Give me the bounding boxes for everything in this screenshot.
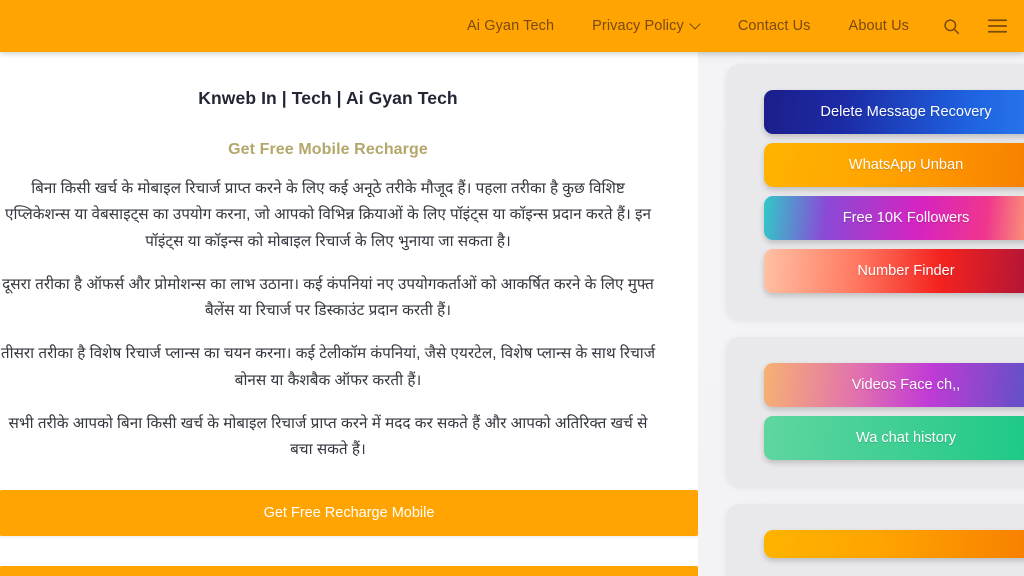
nav-item-label: Privacy Policy [592, 18, 684, 34]
article-paragraph: दूसरा तरीका है ऑफर्स और प्रोमोशन्स का ला… [2, 275, 654, 320]
nav-item-label: Ai Gyan Tech [466, 18, 555, 34]
page-body: Knweb In | Tech | Ai Gyan Tech Get Free … [0, 52, 1024, 576]
sidebar-widget-card: Videos Face ch,, Wa chat history [726, 337, 1024, 486]
article-paragraph: सभी तरीके आपको बिना किसी खर्च के मोबाइल … [8, 415, 648, 459]
sidebar: Delete Message Recovery WhatsApp Unban F… [726, 64, 1024, 576]
chevron-down-icon [691, 20, 700, 29]
sidebar-button-free-10k-followers[interactable]: Free 10K Followers [764, 196, 1024, 240]
article-column: Knweb In | Tech | Ai Gyan Tech Get Free … [0, 52, 698, 576]
nav-item-privacy-policy[interactable]: Privacy Policy [573, 0, 719, 52]
sidebar-button-wa-chat-history[interactable]: Wa chat history [764, 416, 1024, 460]
search-icon [943, 18, 959, 34]
sidebar-button-whatsapp-unban[interactable]: WhatsApp Unban [764, 143, 1024, 187]
nav-item-contact-us[interactable]: Contact Us [719, 0, 830, 52]
nav-item-label: Contact Us [737, 18, 811, 34]
nav-item-ai-gyan-tech[interactable]: Ai Gyan Tech [448, 0, 573, 52]
site-header: Ai Gyan Tech Privacy Policy Contact Us A… [0, 0, 1024, 52]
main-navigation: Ai Gyan Tech Privacy Policy Contact Us A… [448, 0, 1024, 52]
sidebar-widget-card [726, 504, 1024, 576]
sidebar-button-delete-message-recovery[interactable]: Delete Message Recovery [764, 90, 1024, 134]
get-free-recharge-mobile-button[interactable]: Get Free Recharge Mobile [0, 489, 698, 536]
article-paragraph: तीसरा तरीका है विशेष रिचार्ज प्लान्स का … [0, 345, 656, 389]
article-subtitle: Get Free Mobile Recharge [228, 141, 428, 158]
page-title: Knweb In | Tech | Ai Gyan Tech [198, 88, 458, 108]
nav-item-label: About Us [848, 18, 909, 34]
sidebar-button-partial[interactable] [764, 530, 1024, 558]
nav-item-about-us[interactable]: About Us [830, 0, 928, 52]
article-paragraph: बिना किसी खर्च के मोबाइल रिचार्ज प्राप्त… [5, 180, 651, 250]
search-button[interactable] [928, 0, 974, 52]
hamburger-menu-button[interactable] [974, 0, 1020, 52]
sidebar-button-videos-face-ch[interactable]: Videos Face ch,, [764, 363, 1024, 407]
sidebar-button-number-finder[interactable]: Number Finder [764, 249, 1024, 293]
secondary-cta-button[interactable] [0, 565, 698, 576]
hamburger-menu-icon [987, 19, 1007, 33]
sidebar-widget-card: Delete Message Recovery WhatsApp Unban F… [726, 64, 1024, 319]
